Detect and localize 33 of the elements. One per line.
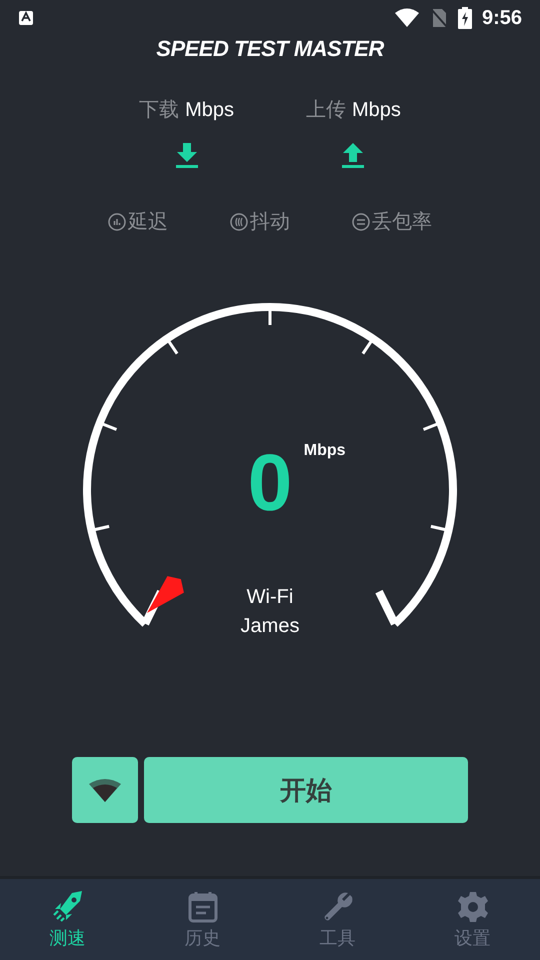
latency-icon <box>108 213 126 231</box>
download-icon <box>174 143 199 169</box>
wifi-signal-icon <box>88 777 122 803</box>
battery-charging-icon <box>458 7 472 29</box>
loss-icon <box>352 213 370 231</box>
app-logo: SPEED TEST MASTER <box>156 35 384 63</box>
calendar-icon <box>186 891 218 923</box>
nav-tab[interactable]: 设置 <box>405 879 540 960</box>
gauge-needle <box>147 576 184 613</box>
start-button[interactable]: 开始 <box>144 757 468 823</box>
nav-tab[interactable]: 测速 <box>0 879 135 960</box>
network-button[interactable] <box>72 757 138 823</box>
rocket-icon <box>52 891 84 923</box>
nav-tab[interactable]: 历史 <box>135 879 270 960</box>
rate-label: 上传 <box>306 98 346 123</box>
nav-tab[interactable]: 工具 <box>270 879 405 960</box>
rate-unit: Mbps <box>185 98 234 123</box>
network-name: James <box>240 614 300 639</box>
wrench-icon <box>322 891 354 923</box>
rate-label: 下载 <box>139 98 180 123</box>
metric-label: 抖动 <box>250 210 290 235</box>
keyboard-app-icon <box>18 10 34 26</box>
network-type: Wi-Fi <box>246 585 294 610</box>
settings-icon <box>456 891 488 923</box>
speed-unit: Mbps <box>304 441 346 461</box>
metric-label: 延迟 <box>128 210 168 235</box>
speed-value: 0 <box>248 438 292 527</box>
rate-unit: Mbps <box>352 98 401 123</box>
upload-icon <box>341 143 366 169</box>
clock-time: 9:56 <box>482 6 522 31</box>
wifi-icon <box>394 8 420 28</box>
metric-label: 丢包率 <box>372 210 432 235</box>
jitter-icon <box>230 213 248 231</box>
